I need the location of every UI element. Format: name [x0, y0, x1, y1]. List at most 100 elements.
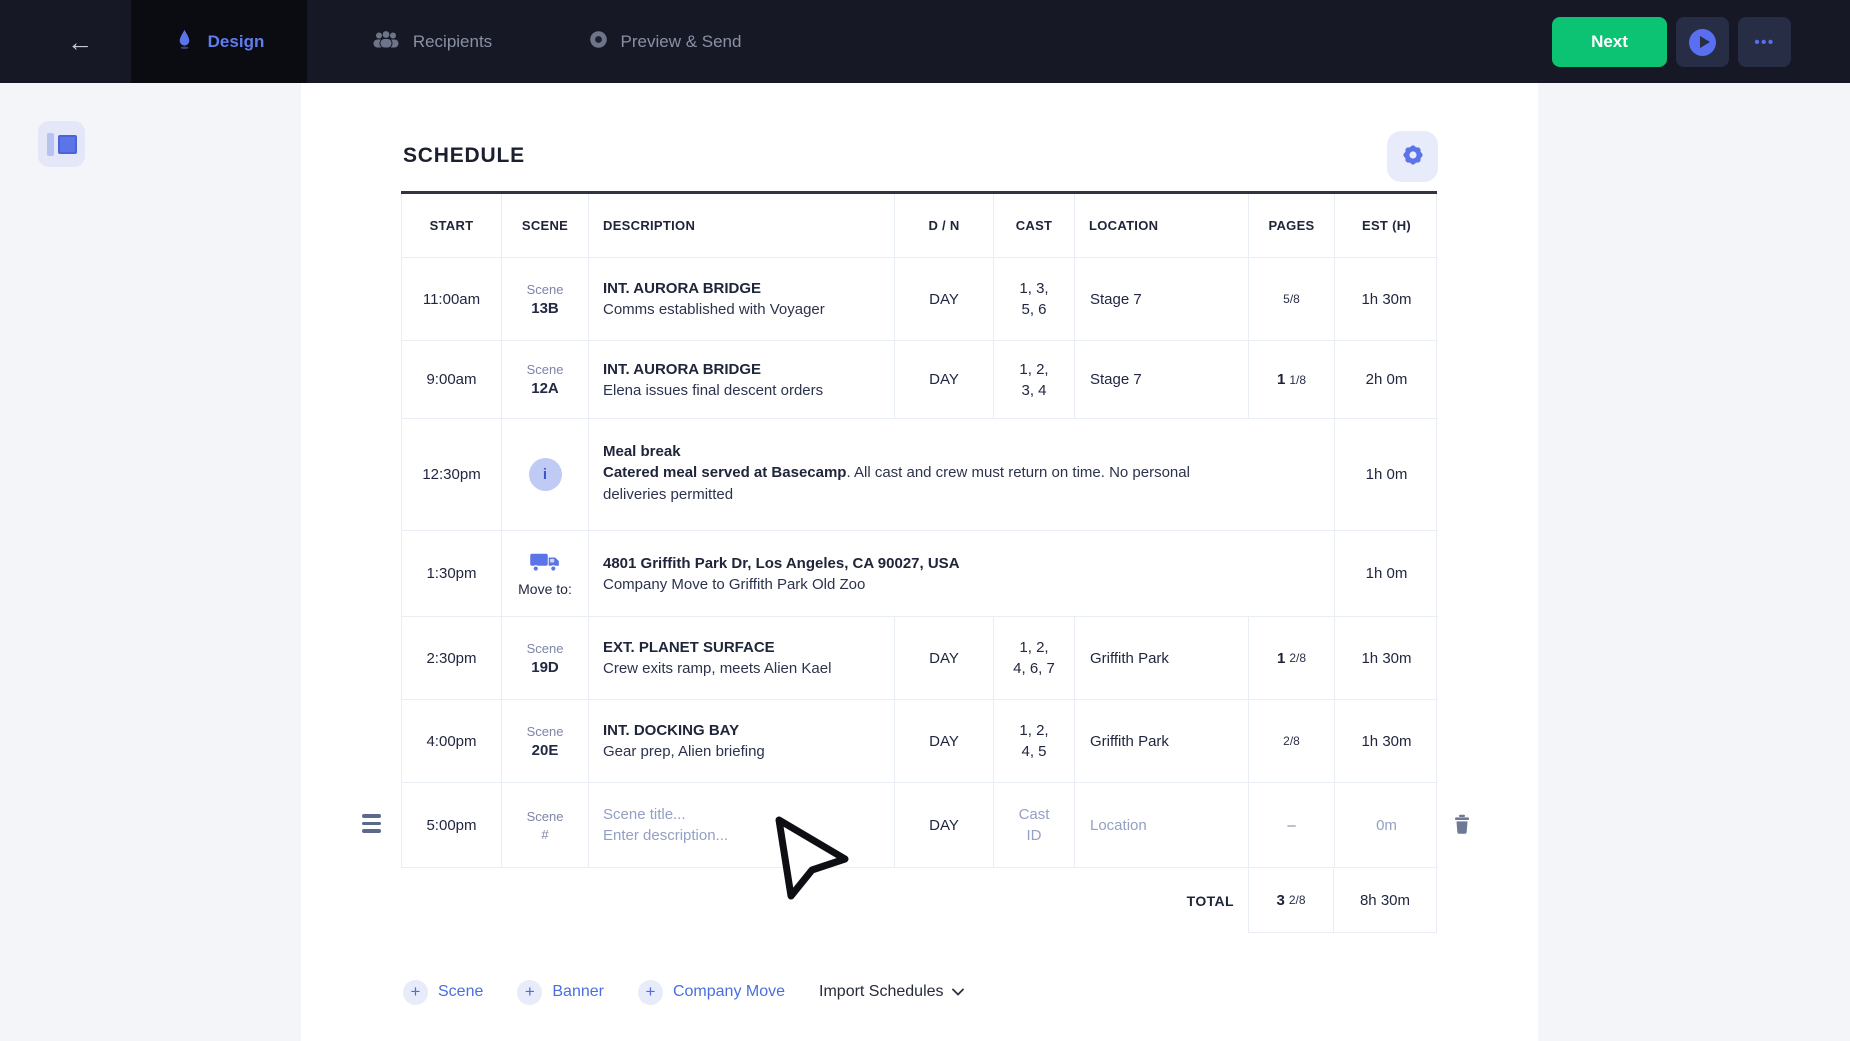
- plus-icon: +: [638, 980, 663, 1005]
- day-night-cell[interactable]: DAY: [895, 783, 994, 868]
- truck-icon: [529, 551, 561, 579]
- day-night-cell[interactable]: DAY: [895, 700, 994, 783]
- day-night-cell[interactable]: DAY: [895, 617, 994, 700]
- table-row-scene-20E: 4:00pm Scene20E INT. DOCKING BAYGear pre…: [401, 700, 1437, 783]
- people-icon: [372, 30, 400, 53]
- ink-drop-icon: [174, 27, 195, 56]
- cast-cell[interactable]: 1, 3,5, 6: [994, 258, 1075, 341]
- more-options-button[interactable]: •••: [1738, 17, 1791, 67]
- location-cell[interactable]: Stage 7: [1075, 341, 1249, 419]
- start-time-cell[interactable]: 2:30pm: [402, 617, 502, 700]
- header-location: LOCATION: [1075, 194, 1249, 258]
- banner-description-cell[interactable]: Meal break Catered meal served at Baseca…: [589, 419, 1335, 531]
- header-start: START: [402, 194, 502, 258]
- pages-cell[interactable]: 11/8: [1249, 341, 1335, 419]
- location-cell[interactable]: Griffith Park: [1075, 700, 1249, 783]
- plus-icon: +: [517, 980, 542, 1005]
- estimate-cell[interactable]: 1h 30m: [1335, 700, 1438, 783]
- tab-design[interactable]: Design: [131, 0, 307, 83]
- day-night-cell[interactable]: DAY: [895, 341, 994, 419]
- estimate-cell[interactable]: 1h 0m: [1335, 419, 1438, 531]
- start-time-cell[interactable]: 11:00am: [402, 258, 502, 341]
- total-label: TOTAL: [401, 868, 1248, 933]
- cast-cell[interactable]: 1, 2,3, 4: [994, 341, 1075, 419]
- ellipsis-icon: •••: [1754, 34, 1774, 51]
- banner-icon-cell[interactable]: i: [502, 419, 589, 531]
- header-description: DESCRIPTION: [589, 194, 895, 258]
- eye-icon: [589, 30, 608, 54]
- top-navigation-bar: ← Design Recipients Preview & Send Next …: [0, 0, 1850, 83]
- chevron-down-icon: [952, 983, 964, 1001]
- scene-number-cell[interactable]: Scene12A: [502, 341, 589, 419]
- cast-cell[interactable]: 1, 2,4, 6, 7: [994, 617, 1075, 700]
- add-company-move-button[interactable]: + Company Move: [638, 980, 785, 1005]
- schedule-settings-button[interactable]: [1387, 131, 1438, 182]
- cast-cell[interactable]: 1, 2,4, 5: [994, 700, 1075, 783]
- estimate-cell[interactable]: 1h 0m: [1335, 531, 1438, 617]
- table-row-scene-13B: 11:00am Scene13B INT. AURORA BRIDGEComms…: [401, 258, 1437, 341]
- description-cell[interactable]: EXT. PLANET SURFACECrew exits ramp, meet…: [589, 617, 895, 700]
- table-row-banner-meal-break: 12:30pm i Meal break Catered meal served…: [401, 419, 1437, 531]
- scene-number-cell[interactable]: Scene13B: [502, 258, 589, 341]
- table-row-scene-12A: 9:00am Scene12A INT. AURORA BRIDGEElena …: [401, 341, 1437, 419]
- tab-preview-send[interactable]: Preview & Send: [560, 0, 770, 83]
- description-cell[interactable]: INT. DOCKING BAYGear prep, Alien briefin…: [589, 700, 895, 783]
- drag-handle[interactable]: [362, 814, 381, 833]
- table-actions-bar: + Scene + Banner + Company Move Import S…: [403, 972, 964, 1012]
- next-button[interactable]: Next: [1552, 17, 1667, 67]
- plus-icon: +: [403, 980, 428, 1005]
- scene-number-cell[interactable]: Scene19D: [502, 617, 589, 700]
- tab-recipients-label: Recipients: [413, 32, 492, 52]
- add-banner-button[interactable]: + Banner: [517, 980, 604, 1005]
- description-placeholder: Enter description...: [603, 827, 728, 844]
- description-cell[interactable]: Scene title...Enter description...: [589, 783, 895, 868]
- header-scene: SCENE: [502, 194, 589, 258]
- pages-cell[interactable]: –: [1249, 783, 1335, 868]
- import-schedules-button[interactable]: Import Schedules: [819, 983, 964, 1001]
- table-header-row: START SCENE DESCRIPTION D / N CAST LOCAT…: [401, 194, 1437, 258]
- start-time-cell[interactable]: 5:00pm: [402, 783, 502, 868]
- start-time-cell[interactable]: 4:00pm: [402, 700, 502, 783]
- day-night-cell[interactable]: DAY: [895, 258, 994, 341]
- description-cell[interactable]: INT. AURORA BRIDGEComms established with…: [589, 258, 895, 341]
- panel-square-icon: [58, 135, 77, 154]
- start-time-cell[interactable]: 9:00am: [402, 341, 502, 419]
- page-title: SCHEDULE: [403, 144, 525, 168]
- trash-icon: [1454, 822, 1470, 837]
- tab-design-label: Design: [208, 32, 265, 52]
- scene-number-cell[interactable]: Scene20E: [502, 700, 589, 783]
- move-description-cell[interactable]: 4801 Griffith Park Dr, Los Angeles, CA 9…: [589, 531, 1335, 617]
- start-time-cell[interactable]: 1:30pm: [402, 531, 502, 617]
- total-estimate: 8h 30m: [1334, 868, 1437, 933]
- estimate-cell[interactable]: 2h 0m: [1335, 341, 1438, 419]
- delete-row-button[interactable]: [1454, 814, 1470, 837]
- back-button[interactable]: ←: [55, 17, 105, 67]
- pages-cell[interactable]: 5/8: [1249, 258, 1335, 341]
- header-day-night: D / N: [895, 194, 994, 258]
- cast-cell[interactable]: CastID: [994, 783, 1075, 868]
- header-pages: PAGES: [1249, 194, 1335, 258]
- start-time-cell[interactable]: 12:30pm: [402, 419, 502, 531]
- tab-preview-send-label: Preview & Send: [621, 32, 742, 52]
- scene-number-cell[interactable]: Scene#: [502, 783, 589, 868]
- pages-cell[interactable]: 12/8: [1249, 617, 1335, 700]
- sidebar-layout-toggle-button[interactable]: [38, 121, 85, 167]
- schedule-table: START SCENE DESCRIPTION D / N CAST LOCAT…: [401, 191, 1437, 933]
- move-icon-cell[interactable]: Move to:: [502, 531, 589, 617]
- estimate-cell[interactable]: 1h 30m: [1335, 617, 1438, 700]
- header-est-hours: EST (H): [1335, 194, 1438, 258]
- pages-cell[interactable]: 2/8: [1249, 700, 1335, 783]
- table-total-row: TOTAL 32/8 8h 30m: [401, 868, 1437, 933]
- table-row-new-scene: 5:00pm Scene# Scene title...Enter descri…: [401, 783, 1437, 868]
- location-cell[interactable]: Location: [1075, 783, 1249, 868]
- location-cell[interactable]: Griffith Park: [1075, 617, 1249, 700]
- table-row-scene-19D: 2:30pm Scene19D EXT. PLANET SURFACECrew …: [401, 617, 1437, 700]
- estimate-cell[interactable]: 1h 30m: [1335, 258, 1438, 341]
- add-scene-button[interactable]: + Scene: [403, 980, 483, 1005]
- location-cell[interactable]: Stage 7: [1075, 258, 1249, 341]
- estimate-cell[interactable]: 0m: [1335, 783, 1438, 868]
- description-cell[interactable]: INT. AURORA BRIDGEElena issues final des…: [589, 341, 895, 419]
- app-root: ← Design Recipients Preview & Send Next …: [0, 0, 1850, 1041]
- play-button[interactable]: [1676, 17, 1729, 67]
- tab-recipients[interactable]: Recipients: [352, 0, 512, 83]
